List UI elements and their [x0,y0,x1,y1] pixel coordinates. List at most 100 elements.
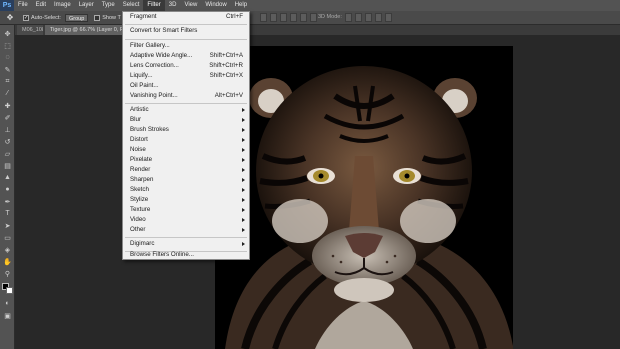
marquee-tool-icon[interactable]: ⬚ [2,41,13,50]
3d-roll-icon[interactable] [355,13,362,22]
menu-item-sketch[interactable]: Sketch [123,185,249,195]
menu-item-noise[interactable]: Noise [123,145,249,155]
show-transform-checkbox[interactable] [94,14,101,21]
background-color-swatch[interactable] [6,287,13,294]
eraser-tool-icon[interactable]: ▱ [2,149,13,158]
menu-item-lens-correction[interactable]: Lens Correction... Shift+Ctrl+R [123,61,249,71]
menu-filter[interactable]: Filter [143,0,165,11]
auto-select-checkbox[interactable]: ✓ [23,14,29,21]
menu-item-render[interactable]: Render [123,165,249,175]
menu-window[interactable]: Window [201,0,230,11]
brush-tool-icon[interactable]: ✐ [2,113,13,122]
3d-rotate-icon[interactable] [345,13,352,22]
menu-item-filter-gallery[interactable]: Filter Gallery... [123,41,249,51]
menu-item-label: Render [130,166,151,173]
submenu-arrow-icon [242,228,245,232]
submenu-arrow-icon [242,158,245,162]
submenu-arrow-icon [242,242,245,246]
pen-tool-icon[interactable]: ✒ [2,197,13,206]
eyedropper-tool-icon[interactable]: ⁄ [2,89,13,98]
move-tool-icon[interactable]: ✥ [2,29,13,38]
menu-item-shortcut: Shift+Ctrl+X [209,72,243,79]
crop-tool-icon[interactable]: ⌗ [2,77,13,86]
menu-item-shortcut: Ctrl+F [225,13,243,20]
menu-item-brush-strokes[interactable]: Brush Strokes [123,125,249,135]
menu-item-last-filter[interactable]: Fragment Ctrl+F [123,12,249,22]
filter-menu-dropdown: Fragment Ctrl+F Convert for Smart Filter… [122,11,250,260]
menu-item-texture[interactable]: Texture [123,205,249,215]
align-right-icon[interactable] [310,13,317,22]
menu-item-label: Video [130,216,146,223]
canvas-area[interactable] [15,35,620,349]
menu-item-label: Vanishing Point... [130,92,178,99]
align-middle-icon[interactable] [270,13,277,22]
lasso-tool-icon[interactable]: ◌ [2,53,13,62]
clone-stamp-tool-icon[interactable]: ⊥ [2,125,13,134]
menu-image[interactable]: Image [50,0,75,11]
3d-slide-icon[interactable] [375,13,382,22]
menu-item-stylize[interactable]: Stylize [123,195,249,205]
photoshop-logo-icon: Ps [0,0,14,11]
menu-item-pixelate[interactable]: Pixelate [123,155,249,165]
auto-select-dropdown[interactable]: Group [64,13,89,22]
menu-item-shortcut: Shift+Ctrl+A [209,52,243,59]
menu-item-vanishing-point[interactable]: Vanishing Point... Alt+Ctrl+V [123,91,249,101]
3d-tool-icon[interactable]: ◈ [2,245,13,254]
menu-select[interactable]: Select [119,0,144,11]
menu-layer[interactable]: Layer [75,0,98,11]
menu-item-digimarc[interactable]: Digimarc [123,239,249,249]
menu-item-label: Liquify... [130,72,153,79]
menu-type[interactable]: Type [98,0,119,11]
align-bottom-icon[interactable] [280,13,287,22]
menu-help[interactable]: Help [231,0,251,11]
dodge-tool-icon[interactable]: ● [2,185,13,194]
quick-select-tool-icon[interactable]: ✎ [2,65,13,74]
gradient-tool-icon[interactable]: ▤ [2,161,13,170]
3d-mode-icons [345,13,392,22]
menu-item-label: Stylize [130,196,149,203]
menu-item-video[interactable]: Video [123,215,249,225]
menu-item-oil-paint[interactable]: Oil Paint... [123,81,249,91]
submenu-arrow-icon [242,128,245,132]
move-tool-icon[interactable]: ✥ [3,12,17,24]
menu-file[interactable]: File [14,0,32,11]
blur-tool-icon[interactable]: ▲ [2,173,13,182]
3d-scale-icon[interactable] [385,13,392,22]
3d-drag-icon[interactable] [365,13,372,22]
align-top-icon[interactable] [260,13,267,22]
quick-mask-icon[interactable]: ◐ [2,299,13,308]
screen-mode-icon[interactable]: ▣ [2,311,13,320]
shape-tool-icon[interactable]: ▭ [2,233,13,242]
type-tool-icon[interactable]: T [2,209,13,218]
zoom-tool-icon[interactable]: ⚲ [2,269,13,278]
path-selection-tool-icon[interactable]: ➤ [2,221,13,230]
tab-m06-108[interactable]: M06_108 [17,25,43,35]
color-swatches[interactable] [2,283,13,294]
menu-3d[interactable]: 3D [165,0,181,11]
menu-item-liquify[interactable]: Liquify... Shift+Ctrl+X [123,71,249,81]
menu-item-convert-smart-filters[interactable]: Convert for Smart Filters [123,26,249,36]
menu-item-label: Convert for Smart Filters [130,27,198,34]
menu-item-label: Pixelate [130,156,153,163]
hand-tool-icon[interactable]: ✋ [2,257,13,266]
menu-view[interactable]: View [180,0,201,11]
menu-item-label: Fragment [130,13,157,20]
menu-item-label: Filter Gallery... [130,42,170,49]
align-left-icon[interactable] [290,13,297,22]
menu-separator [125,39,247,40]
menu-item-sharpen[interactable]: Sharpen [123,175,249,185]
submenu-arrow-icon [242,168,245,172]
align-center-icon[interactable] [300,13,307,22]
menu-item-other[interactable]: Other [123,225,249,235]
menu-item-label: Brush Strokes [130,126,169,133]
menu-edit[interactable]: Edit [32,0,50,11]
menu-item-distort[interactable]: Distort [123,135,249,145]
menu-item-blur[interactable]: Blur [123,115,249,125]
history-brush-tool-icon[interactable]: ↺ [2,137,13,146]
healing-brush-tool-icon[interactable]: ✚ [2,101,13,110]
menu-item-artistic[interactable]: Artistic [123,105,249,115]
menu-item-browse-filters-online[interactable]: Browse Filters Online... [123,250,249,260]
menu-item-label: Oil Paint... [130,82,159,89]
tiger-photo[interactable] [215,46,513,349]
menu-item-adaptive-wide-angle[interactable]: Adaptive Wide Angle... Shift+Ctrl+A [123,51,249,61]
